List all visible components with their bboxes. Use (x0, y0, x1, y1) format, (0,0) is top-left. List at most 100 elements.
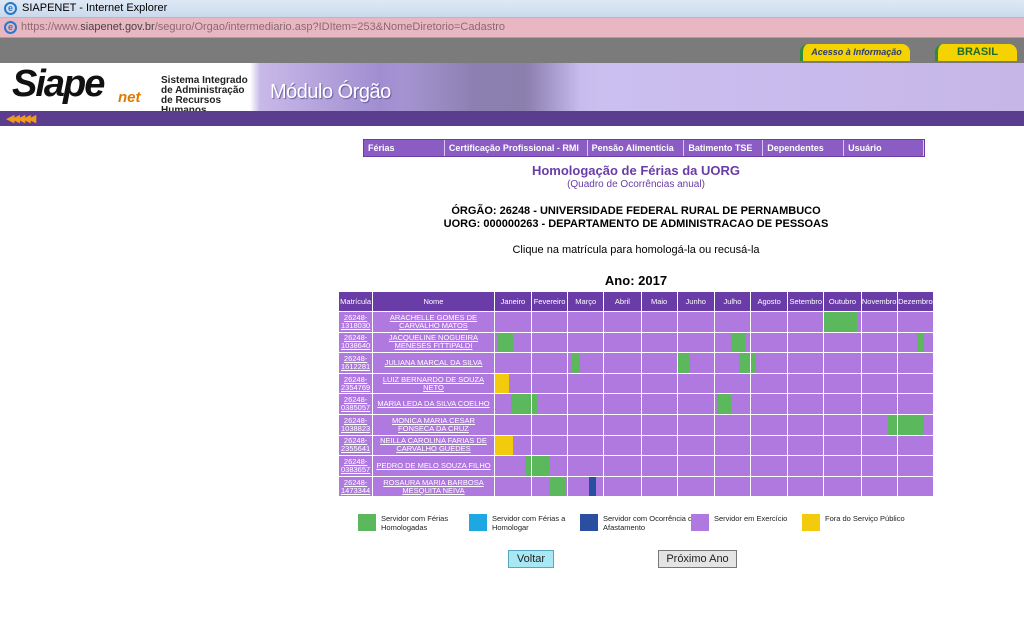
month-cell (860, 475, 898, 498)
month-cell (640, 455, 678, 477)
month-cell (860, 393, 898, 415)
month-cell (787, 475, 825, 498)
matricula-link[interactable]: 26248-0385057 (341, 395, 370, 412)
nome-link[interactable]: MONICA MARIA CESAR FONSECA DA CRUZ (392, 416, 475, 433)
matricula-link[interactable]: 26248-1038823 (341, 416, 370, 433)
month-cell (603, 434, 642, 457)
month-cell (493, 434, 532, 457)
matricula-link[interactable]: 26248-1612281 (341, 354, 370, 371)
month-cell (750, 372, 789, 395)
month-cell (896, 331, 935, 354)
month-cell (750, 455, 789, 477)
column-header: Março (567, 291, 605, 312)
month-cell (823, 393, 862, 415)
column-header: Setembro (787, 291, 825, 312)
matricula-link[interactable]: 26248-1318030 (341, 313, 370, 330)
month-cell (787, 393, 825, 415)
month-cell (603, 475, 642, 498)
month-cell (860, 352, 898, 374)
nome-link[interactable]: NEILLA CAROLINA FARIAS DE CARVALHO GUEDE… (380, 436, 487, 453)
matricula-cell: 26248-0385057 (337, 393, 374, 415)
matricula-cell: 26248-1038640 (337, 331, 374, 354)
month-cell (787, 434, 825, 457)
month-cell (603, 372, 642, 395)
period-mark (898, 415, 925, 435)
nome-link[interactable]: PEDRO DE MELO SOUZA FILHO (376, 461, 490, 470)
menu-item[interactable]: Certificação Profissional - RMI (445, 140, 588, 156)
vacation-grid: Matrícula Nome Janeiro Fevereiro Março Abril M… (337, 291, 935, 498)
month-cell (640, 393, 678, 415)
month-cell (530, 455, 569, 477)
acesso-informacao-link[interactable]: Acesso à Informação (800, 44, 910, 61)
legend-label: Servidor com Ocorrência de Afastamento (603, 514, 697, 532)
voltar-button[interactable]: Voltar (508, 550, 554, 568)
month-cell (676, 352, 715, 374)
month-cell (493, 393, 532, 415)
address-url[interactable]: https://www.siapenet.gov.br/seguro/Orgao… (21, 21, 505, 33)
nome-cell: ARACHELLE GOMES DE CARVALHO MATOS (372, 311, 495, 333)
matricula-link[interactable]: 26248-1038640 (341, 333, 370, 350)
table-row: 26248-1473344 ROSAURA MARIA BARBOSA MESQU… (337, 475, 935, 498)
column-header: Janeiro (493, 291, 532, 312)
month-cell (713, 413, 752, 436)
nome-cell: MARIA LEDA DA SILVA COELHO (372, 393, 495, 415)
period-mark (739, 353, 750, 373)
main-menu: Férias Certificação Profissional - RMI Pen… (363, 139, 925, 157)
month-cell (640, 475, 678, 498)
matricula-cell: 26248-1318030 (337, 311, 374, 333)
period-mark (917, 333, 925, 352)
month-cell (787, 413, 825, 436)
month-cell (787, 455, 825, 477)
matricula-link[interactable]: 26248-2355641 (341, 436, 370, 453)
month-cell (493, 455, 532, 477)
nome-link[interactable]: MARIA LEDA DA SILVA COELHO (377, 399, 489, 408)
month-cell (896, 434, 935, 457)
month-cell (823, 331, 862, 354)
legend-swatch (691, 514, 709, 531)
ie-icon: e (4, 21, 17, 34)
month-cell (640, 434, 678, 457)
page-subtitle: (Quadro de Ocorrências anual) (567, 179, 705, 190)
menu-item[interactable]: Usuário (844, 140, 924, 156)
nome-link[interactable]: LUIZ BERNARDO DE SOUZA NETO (383, 375, 484, 392)
matricula-link[interactable]: 26248-1473344 (341, 478, 370, 495)
period-mark (496, 333, 513, 352)
orgao-label: ÓRGÃO: 26248 - UNIVERSIDADE FEDERAL RURA… (451, 205, 821, 217)
nome-link[interactable]: ROSAURA MARIA BARBOSA MESQUITA NEIVA (383, 478, 483, 495)
nome-link[interactable]: JULIANA MARCAL DA SILVA (385, 358, 483, 367)
brasil-link[interactable]: BRASIL (935, 44, 1017, 61)
table-row: 26248-0383657 PEDRO DE MELO SOUZA FILHO (337, 455, 935, 477)
column-header: Fevereiro (530, 291, 569, 312)
month-cell (530, 372, 569, 395)
period-mark (549, 477, 566, 496)
menu-item[interactable]: Férias (364, 140, 445, 156)
matricula-link[interactable]: 26248-0383657 (341, 457, 370, 474)
nome-cell: NEILLA CAROLINA FARIAS DE CARVALHO GUEDE… (372, 434, 495, 457)
matricula-link[interactable]: 26248-2354769 (341, 375, 370, 392)
month-cell (823, 455, 862, 477)
period-mark (730, 333, 745, 352)
nome-link[interactable]: JACQUELINE NOGUEIRA MENESES FITTIPALDI (389, 333, 478, 350)
column-header: Matrícula (337, 291, 374, 312)
address-bar[interactable]: e https://www.siapenet.gov.br/seguro/Org… (0, 18, 1024, 38)
table-row: 26248-1318030 ARACHELLE GOMES DE CARVALHO… (337, 311, 935, 333)
proximo-ano-button[interactable]: Próximo Ano (658, 550, 737, 568)
month-cell (603, 331, 642, 354)
nome-link[interactable]: ARACHELLE GOMES DE CARVALHO MATOS (390, 313, 477, 330)
month-cell (493, 372, 532, 395)
month-cell (493, 475, 532, 498)
siape-logo: Siape (12, 63, 105, 105)
month-cell (860, 372, 898, 395)
month-cell (603, 352, 642, 374)
month-cell (750, 352, 789, 374)
menu-item[interactable]: Pensão Alimentícia (588, 140, 685, 156)
month-cell (860, 311, 898, 333)
period-mark (525, 456, 531, 476)
menu-item[interactable]: Batimento TSE (684, 140, 764, 156)
menu-item[interactable]: Dependentes (763, 140, 845, 156)
table-row: 26248-1038640 JACQUELINE NOGUEIRA MENESES… (337, 331, 935, 354)
sistema-text: Sistema Integrado de Administração de Re… (161, 75, 248, 116)
month-cell (493, 311, 532, 333)
month-cell (750, 393, 789, 415)
back-arrows-icon[interactable]: ◀◀◀◀◀ (6, 112, 36, 125)
